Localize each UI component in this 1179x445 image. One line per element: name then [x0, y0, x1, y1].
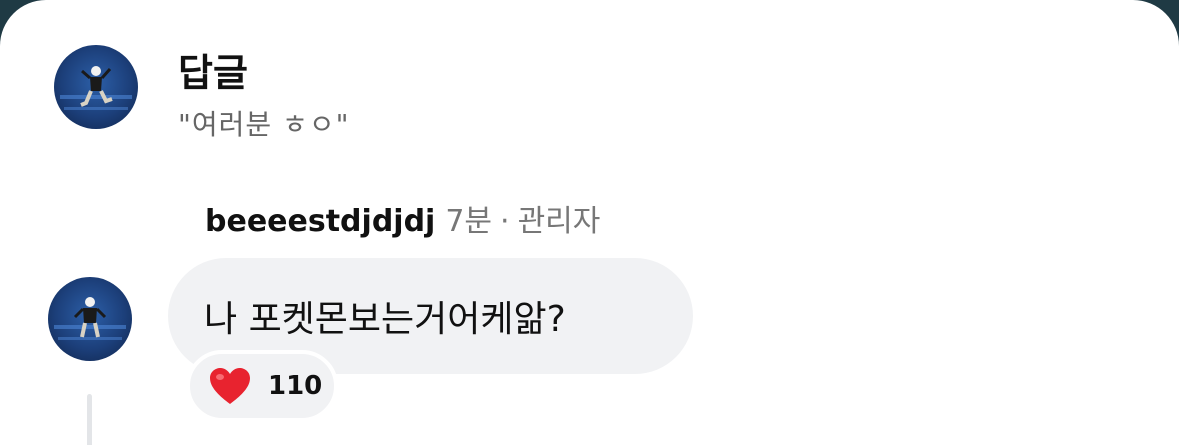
- replies-sheet: 답글 "여러분 ㅎㅇ" beeeestdjdjdj 7분 · 관리자 나 포켓몬보는거…: [0, 0, 1179, 445]
- comment-meta: beeeestdjdjdj 7분 · 관리자: [205, 196, 600, 240]
- reaction-count: 110: [268, 371, 323, 401]
- avatar-image: [60, 66, 132, 110]
- meta-separator: ·: [500, 204, 510, 239]
- thread-line: [87, 394, 92, 445]
- comment-text: 나 포켓몬보는거어케앎?: [204, 299, 566, 340]
- header-avatar[interactable]: [54, 45, 138, 129]
- page-title: 답글: [178, 51, 248, 95]
- reaction-button[interactable]: 110: [186, 350, 338, 422]
- avatar-image: [54, 297, 126, 340]
- comment-time: 7분: [445, 204, 493, 239]
- comment-username[interactable]: beeeestdjdjdj: [205, 204, 435, 239]
- admin-badge: 관리자: [517, 204, 601, 239]
- comment-avatar[interactable]: [48, 277, 132, 361]
- heart-icon: [210, 368, 250, 404]
- original-post-preview[interactable]: "여러분 ㅎㅇ": [178, 103, 349, 143]
